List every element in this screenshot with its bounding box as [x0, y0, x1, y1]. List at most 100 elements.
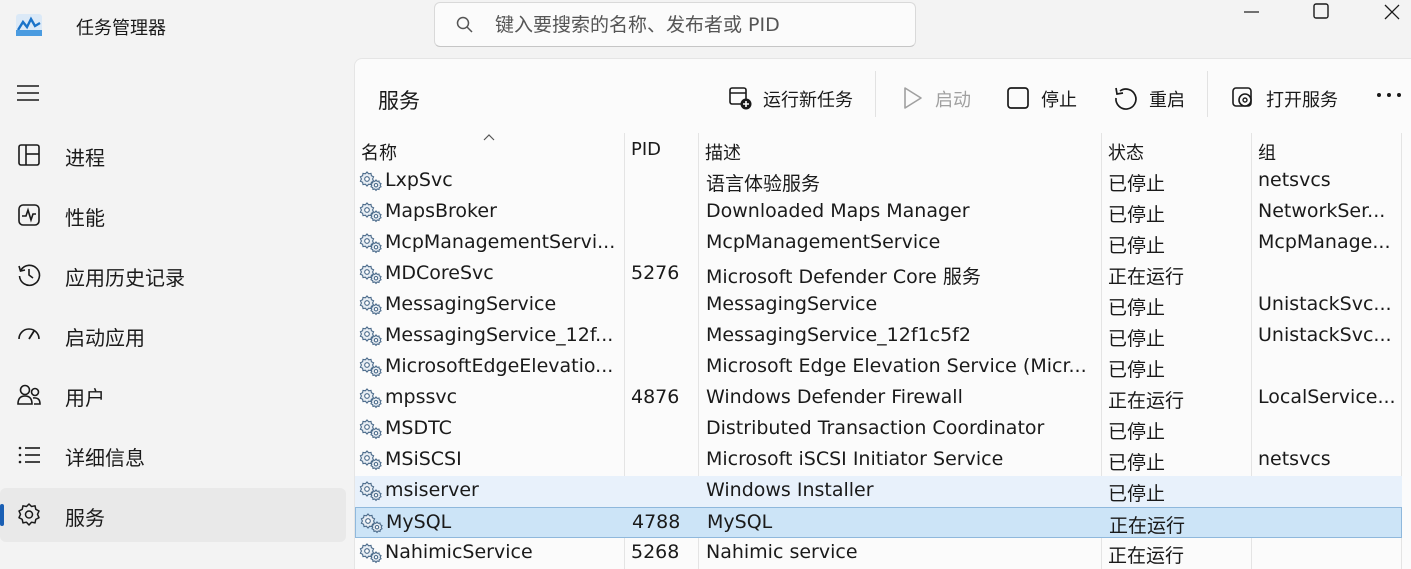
service-description: Downloaded Maps Manager [706, 200, 970, 222]
run-new-task-button[interactable]: 运行新任务 [727, 73, 863, 121]
open-services-label: 打开服务 [1266, 90, 1338, 111]
table-row[interactable]: mpssvc 4876 Windows Defender Firewall 正在… [355, 383, 1402, 414]
table-row[interactable]: McpManagementServi... McpManagementServi… [355, 228, 1402, 259]
service-pid: 4788 [632, 511, 681, 533]
maximize-button[interactable] [1298, 0, 1344, 28]
sidebar-item-label: 服务 [65, 506, 105, 530]
table-header: 名称 PID 描述 状态 组 [355, 133, 1411, 166]
service-status: 正在运行 [1109, 515, 1186, 537]
play-icon [904, 87, 922, 109]
sidebar-item-processes[interactable]: 进程 [0, 128, 346, 182]
app-title: 任务管理器 [76, 18, 166, 39]
service-status: 已停止 [1108, 235, 1166, 257]
search-icon [456, 16, 473, 33]
service-name: MessagingService_12f... [385, 324, 614, 346]
services-panel: 服务 运行新任务 启动 停止 重启 打开服务 名称 PID 描述 状态 组 Lx… [354, 58, 1411, 569]
sidebar-item-label: 性能 [65, 206, 105, 230]
search-input[interactable] [495, 9, 895, 41]
service-status: 正在运行 [1108, 390, 1185, 412]
service-group: McpManage... [1258, 231, 1391, 253]
service-status: 已停止 [1108, 173, 1166, 195]
close-button[interactable] [1366, 0, 1411, 28]
table-row[interactable]: MSiSCSI Microsoft iSCSI Initiator Servic… [355, 445, 1402, 476]
service-status: 已停止 [1108, 483, 1166, 505]
service-status: 已停止 [1108, 421, 1166, 443]
toolbar-divider [1207, 71, 1208, 117]
column-header-pid[interactable]: PID [625, 133, 699, 166]
service-description: Windows Defender Firewall [706, 386, 963, 408]
menu-hamburger-icon[interactable] [14, 80, 44, 106]
sidebar-item-app-history[interactable]: 应用历史记录 [0, 248, 346, 302]
sidebar-item-services[interactable]: 服务 [0, 488, 346, 542]
service-status: 正在运行 [1108, 266, 1185, 288]
service-name: McpManagementServi... [385, 231, 616, 253]
sidebar-item-users[interactable]: 用户 [0, 368, 346, 422]
users-icon [17, 384, 41, 405]
start-button[interactable]: 启动 [899, 73, 975, 121]
service-status: 已停止 [1108, 452, 1166, 474]
service-status: 已停止 [1108, 297, 1166, 319]
service-gears-icon [359, 295, 382, 316]
service-status: 已停止 [1108, 204, 1166, 226]
active-indicator [0, 504, 4, 526]
service-status: 已停止 [1108, 359, 1166, 381]
service-description: Distributed Transaction Coordinator [706, 417, 1045, 439]
restart-button[interactable]: 重启 [1113, 73, 1189, 121]
service-name: MySQL [386, 511, 452, 533]
service-gears-icon [360, 513, 383, 534]
sidebar-item-label: 进程 [65, 146, 105, 170]
table-row[interactable]: MySQL 4788 MySQL 正在运行 [355, 507, 1402, 538]
service-group: netsvcs [1258, 448, 1331, 470]
service-name: mpssvc [385, 386, 458, 408]
service-name: NahimicService [385, 541, 533, 563]
table-row[interactable]: NahimicService 5268 Nahimic service 正在运行 [355, 538, 1402, 569]
stop-label: 停止 [1041, 90, 1077, 111]
service-gears-icon [359, 264, 382, 285]
table-row[interactable]: msiserver Windows Installer 已停止 [355, 476, 1402, 507]
performance-pulse-icon [18, 204, 40, 226]
table-row[interactable]: MDCoreSvc 5276 Microsoft Defender Core 服… [355, 259, 1402, 290]
service-gears-icon [359, 233, 382, 254]
service-gears-icon [359, 357, 382, 378]
table-row[interactable]: LxpSvc 语言体验服务 已停止 netsvcs [355, 166, 1402, 197]
service-status: 正在运行 [1108, 545, 1185, 567]
table-row[interactable]: MessagingService_12f... MessagingService… [355, 321, 1402, 352]
processes-grid-icon [18, 144, 40, 166]
stop-square-icon [1007, 87, 1029, 109]
sidebar-item-startup-apps[interactable]: 启动应用 [0, 308, 346, 362]
service-name: MSDTC [385, 417, 452, 439]
service-description: Microsoft Edge Elevation Service (Micr..… [706, 355, 1087, 377]
sidebar-item-label: 用户 [65, 386, 105, 410]
sidebar-item-label: 详细信息 [65, 446, 145, 470]
sidebar-item-performance[interactable]: 性能 [0, 188, 346, 242]
service-gears-icon [359, 171, 382, 192]
sort-ascending-icon [483, 134, 495, 141]
run-new-task-icon [729, 87, 752, 110]
open-services-button[interactable]: 打开服务 [1230, 73, 1342, 121]
service-group: LocalService... [1258, 386, 1396, 408]
table-row[interactable]: MSDTC Distributed Transaction Coordinato… [355, 414, 1402, 445]
column-header-name[interactable]: 名称 [355, 133, 623, 166]
column-header-group[interactable]: 组 [1252, 133, 1400, 166]
service-name: msiserver [385, 479, 479, 501]
service-group: UnistackSvc... [1258, 324, 1392, 346]
service-name: MicrosoftEdgeElevatio... [385, 355, 614, 377]
service-gears-icon [359, 326, 382, 347]
service-description: Microsoft Defender Core 服务 [706, 266, 981, 288]
start-label: 启动 [935, 90, 971, 111]
table-row[interactable]: MapsBroker Downloaded Maps Manager 已停止 N… [355, 197, 1402, 228]
service-description: Microsoft iSCSI Initiator Service [706, 448, 1004, 470]
table-row[interactable]: MessagingService MessagingService 已停止 Un… [355, 290, 1402, 321]
service-description: Windows Installer [706, 479, 874, 501]
sidebar-item-details[interactable]: 详细信息 [0, 428, 346, 482]
minimize-button[interactable] [1230, 0, 1276, 28]
service-description: Nahimic service [706, 541, 858, 563]
stop-button[interactable]: 停止 [1005, 73, 1081, 121]
column-header-status[interactable]: 状态 [1102, 133, 1251, 166]
search-box[interactable] [434, 2, 916, 47]
column-header-description[interactable]: 描述 [699, 133, 1101, 166]
more-options-icon[interactable] [1371, 83, 1407, 107]
startup-gauge-icon [18, 328, 40, 340]
service-name: LxpSvc [385, 169, 453, 191]
table-row[interactable]: MicrosoftEdgeElevatio... Microsoft Edge … [355, 352, 1402, 383]
